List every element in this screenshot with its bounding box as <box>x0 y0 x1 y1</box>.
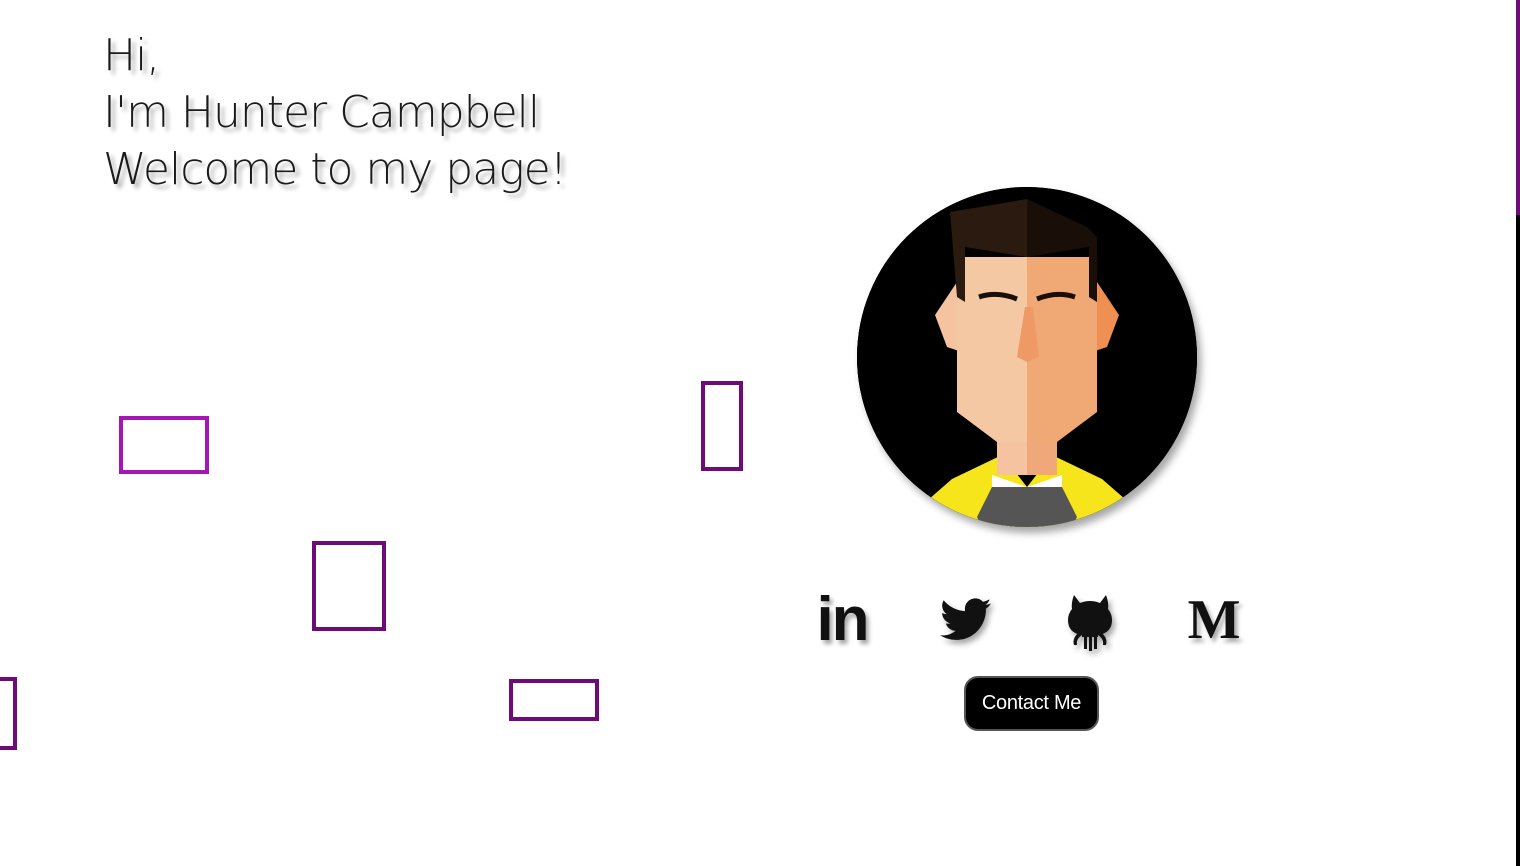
linkedin-link[interactable]: in <box>810 585 874 655</box>
decorative-rectangle <box>312 541 386 631</box>
github-link[interactable] <box>1058 585 1122 655</box>
linkedin-icon: in <box>816 585 869 654</box>
github-icon <box>1068 595 1112 651</box>
decorative-rectangle <box>119 416 209 474</box>
contact-me-button[interactable]: Contact Me <box>964 676 1099 731</box>
hero-line-name: I'm Hunter Campbell <box>103 87 540 138</box>
twitter-icon <box>940 598 992 640</box>
profile-avatar <box>857 187 1197 527</box>
twitter-link[interactable] <box>934 585 998 655</box>
scrollbar-thumb[interactable] <box>1516 0 1520 215</box>
decorative-rectangle <box>0 677 17 750</box>
hero-greeting: Hi, I'm Hunter Campbell Welcome to my pa… <box>103 27 567 198</box>
hero-line-hi: Hi, <box>103 30 160 81</box>
decorative-rectangle <box>701 381 743 471</box>
hero-line-welcome: Welcome to my page! <box>103 144 567 195</box>
medium-icon: M <box>1187 589 1241 651</box>
decorative-rectangle <box>509 679 599 721</box>
medium-link[interactable]: M <box>1182 585 1246 655</box>
